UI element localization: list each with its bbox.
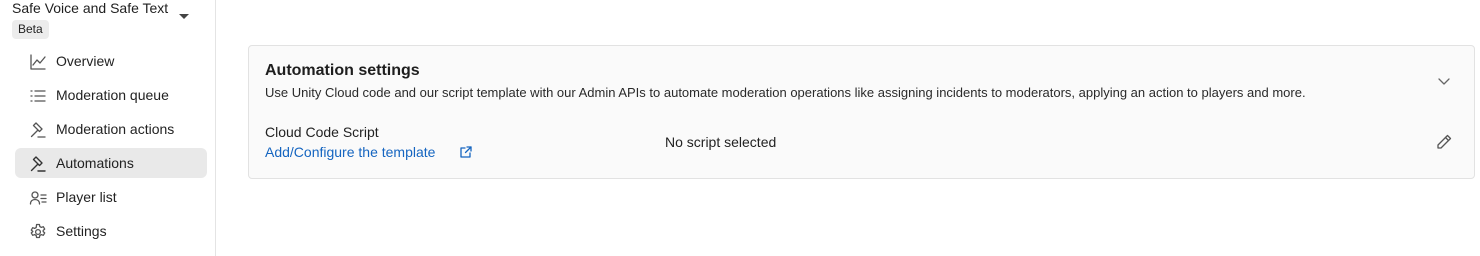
chart-line-icon bbox=[30, 54, 46, 70]
sidebar-item-label: Moderation actions bbox=[56, 121, 175, 137]
sidebar-nav: Overview Moderation queue Moderation act… bbox=[15, 46, 207, 250]
sidebar-item-label: Overview bbox=[56, 53, 115, 69]
external-link-icon[interactable] bbox=[459, 145, 473, 159]
sidebar-item-label: Player list bbox=[56, 189, 117, 205]
pencil-icon[interactable] bbox=[1435, 133, 1453, 151]
user-list-icon bbox=[29, 191, 47, 205]
script-status-value: No script selected bbox=[665, 134, 777, 150]
gavel-icon bbox=[30, 122, 46, 138]
sidebar-item-moderation-queue[interactable]: Moderation queue bbox=[15, 80, 207, 110]
sidebar-item-label: Automations bbox=[56, 155, 134, 171]
caret-down-icon bbox=[179, 14, 189, 19]
sidebar-item-label: Moderation queue bbox=[56, 87, 169, 103]
card-title: Automation settings bbox=[265, 62, 420, 79]
card-description: Use Unity Cloud code and our script temp… bbox=[265, 85, 1306, 100]
sidebar-item-label: Settings bbox=[56, 223, 107, 239]
sidebar: Safe Voice and Safe Text Beta Overview M… bbox=[0, 0, 216, 256]
product-name: Safe Voice and Safe Text bbox=[12, 0, 169, 16]
configure-template-link[interactable]: Add/Configure the template bbox=[265, 144, 435, 160]
sidebar-item-moderation-actions[interactable]: Moderation actions bbox=[15, 114, 207, 144]
beta-badge: Beta bbox=[12, 20, 49, 39]
gear-icon bbox=[30, 223, 46, 239]
cloud-code-script-label: Cloud Code Script bbox=[265, 124, 379, 140]
sidebar-item-automations[interactable]: Automations bbox=[15, 148, 207, 178]
sidebar-item-settings[interactable]: Settings bbox=[15, 216, 207, 246]
automation-settings-card: Automation settings Use Unity Cloud code… bbox=[248, 45, 1475, 179]
product-selector[interactable]: Safe Voice and Safe Text Beta bbox=[12, 0, 202, 40]
list-icon bbox=[30, 90, 46, 102]
gavel-icon bbox=[30, 156, 46, 172]
sidebar-item-player-list[interactable]: Player list bbox=[15, 182, 207, 212]
chevron-down-icon[interactable] bbox=[1435, 72, 1453, 90]
sidebar-item-overview[interactable]: Overview bbox=[15, 46, 207, 76]
